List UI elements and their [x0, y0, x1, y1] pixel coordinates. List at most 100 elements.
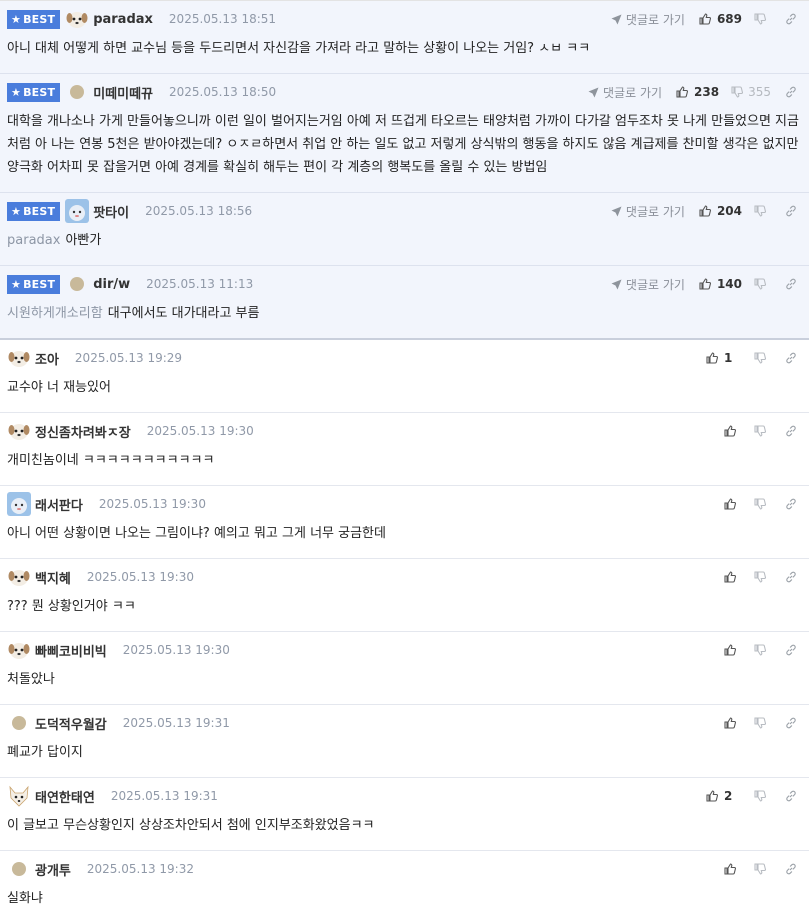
comment-date: 2025.05.13 18:50: [169, 85, 277, 99]
avatar[interactable]: [7, 346, 31, 370]
like-count: 1: [724, 351, 733, 365]
best-badge: ★ BEST: [7, 201, 61, 221]
like-button[interactable]: [724, 425, 742, 437]
avatar[interactable]: [7, 419, 31, 443]
comment-date: 2025.05.13 19:30: [98, 497, 206, 511]
dislike-button[interactable]: [754, 863, 771, 875]
avatar[interactable]: [12, 716, 26, 730]
nickname[interactable]: 도덕적우월감: [35, 714, 107, 733]
dislike-button[interactable]: [754, 571, 771, 583]
like-button[interactable]: [724, 644, 742, 656]
link-button[interactable]: [785, 498, 797, 510]
link-button[interactable]: [785, 13, 797, 25]
thumbs-up-icon: [724, 571, 736, 583]
nickname[interactable]: 광개투: [35, 860, 71, 879]
like-button[interactable]: 1: [706, 351, 742, 365]
comment-text: 처돌았나: [7, 672, 55, 687]
link-button[interactable]: [785, 352, 797, 364]
avatar[interactable]: [65, 7, 89, 31]
nickname[interactable]: 태연한태연: [35, 787, 95, 806]
nickname[interactable]: 백지혜: [35, 568, 71, 587]
like-count: 140: [716, 277, 742, 291]
avatar[interactable]: [7, 784, 31, 808]
like-button[interactable]: 238: [676, 85, 719, 99]
like-button[interactable]: [724, 863, 742, 875]
comment-item: 빠삐코비비빅 2025.05.13 19:30 처돌았나: [0, 632, 809, 705]
send-arrow-icon: [611, 14, 622, 25]
link-icon: [785, 571, 797, 583]
nickname[interactable]: 정신좀차려봐ㅈ장: [35, 422, 131, 441]
best-badge-label: BEST: [23, 277, 56, 291]
like-button[interactable]: 2: [706, 789, 742, 803]
link-button[interactable]: [785, 717, 797, 729]
dislike-button[interactable]: [754, 717, 771, 729]
comment-text: 대구에서도 대가대라고 부름: [107, 306, 260, 321]
link-icon: [785, 425, 797, 437]
thumbs-down-icon: [754, 790, 766, 802]
comment-header: ★ BEST 미떼미떼뀨 2025.05.13 18:50 댓글로 가기 238: [7, 74, 809, 110]
link-button[interactable]: [785, 86, 797, 98]
avatar[interactable]: [70, 85, 85, 99]
comment-header: 백지혜 2025.05.13 19:30: [7, 559, 809, 595]
dislike-button[interactable]: [754, 352, 771, 364]
comment-header: 정신좀차려봐ㅈ장 2025.05.13 19:30: [7, 413, 809, 449]
comment-body: 실화냐: [7, 887, 809, 918]
go-to-reply-link[interactable]: 댓글로 가기: [588, 84, 662, 101]
nickname[interactable]: 빠삐코비비빅: [35, 641, 107, 660]
avatar[interactable]: [7, 565, 31, 589]
dislike-button[interactable]: [754, 205, 771, 217]
go-to-reply-link[interactable]: 댓글로 가기: [611, 11, 685, 28]
comment-body: 아니 어떤 상황이면 나오는 그림이냐? 예의고 뭐고 그게 너무 궁금한데: [7, 522, 809, 558]
avatar[interactable]: [12, 862, 26, 876]
reply-mention[interactable]: 시원하게개소리함: [7, 306, 103, 321]
like-button[interactable]: [724, 571, 742, 583]
reply-mention[interactable]: paradax: [7, 233, 60, 248]
comment-body: 아니 대체 어떻게 하면 교수님 등을 두드리면서 자신감을 가져라 라고 말하…: [7, 37, 809, 73]
dislike-button[interactable]: 355: [731, 85, 771, 99]
nickname[interactable]: paradax: [93, 12, 153, 27]
go-to-reply-link[interactable]: 댓글로 가기: [611, 276, 685, 293]
avatar[interactable]: [7, 638, 31, 662]
comment-body: 처돌았나: [7, 668, 809, 704]
like-button[interactable]: [724, 498, 742, 510]
thumbs-up-icon: [724, 498, 736, 510]
link-button[interactable]: [785, 863, 797, 875]
link-button[interactable]: [785, 425, 797, 437]
link-icon: [785, 352, 797, 364]
comment-item: 광개투 2025.05.13 19:32 실화냐: [0, 851, 809, 918]
dislike-button[interactable]: [754, 13, 771, 25]
thumbs-up-icon: [706, 790, 718, 802]
like-button[interactable]: 140: [699, 277, 742, 291]
like-button[interactable]: 689: [699, 12, 742, 26]
comment-list: ★ BEST paradax 2025.05.13 18:51 댓글로 가기 6…: [0, 0, 809, 918]
like-count: 204: [716, 204, 742, 218]
comment-header: 태연한태연 2025.05.13 19:31 2: [7, 778, 809, 814]
link-button[interactable]: [785, 278, 797, 290]
dislike-button[interactable]: [754, 498, 771, 510]
comment-date: 2025.05.13 19:31: [110, 789, 218, 803]
dislike-button[interactable]: [754, 644, 771, 656]
link-button[interactable]: [785, 571, 797, 583]
comment-item: 백지혜 2025.05.13 19:30 ??? 뭔 상황인거야 ㅋㅋ: [0, 559, 809, 632]
thumbs-up-icon: [724, 717, 736, 729]
dislike-button[interactable]: [754, 790, 771, 802]
link-button[interactable]: [785, 205, 797, 217]
avatar[interactable]: [65, 199, 90, 223]
nickname[interactable]: 미떼미떼뀨: [93, 83, 153, 102]
nickname[interactable]: 래서판다: [35, 495, 83, 514]
link-button[interactable]: [785, 644, 797, 656]
like-button[interactable]: [724, 717, 742, 729]
avatar[interactable]: [7, 492, 31, 516]
nickname[interactable]: dir/w: [93, 277, 130, 292]
dislike-button[interactable]: [754, 278, 771, 290]
comment-item: 조아 2025.05.13 19:29 1 교수야 너 재능있어: [0, 340, 809, 413]
go-to-reply-link[interactable]: 댓글로 가기: [611, 203, 685, 220]
like-button[interactable]: 204: [699, 204, 742, 218]
like-count: 238: [694, 85, 720, 99]
avatar[interactable]: [70, 277, 85, 291]
link-button[interactable]: [785, 790, 797, 802]
comment-date: 2025.05.13 19:30: [122, 643, 230, 657]
dislike-button[interactable]: [754, 425, 771, 437]
nickname[interactable]: 팟타이: [93, 202, 129, 221]
nickname[interactable]: 조아: [35, 349, 59, 368]
